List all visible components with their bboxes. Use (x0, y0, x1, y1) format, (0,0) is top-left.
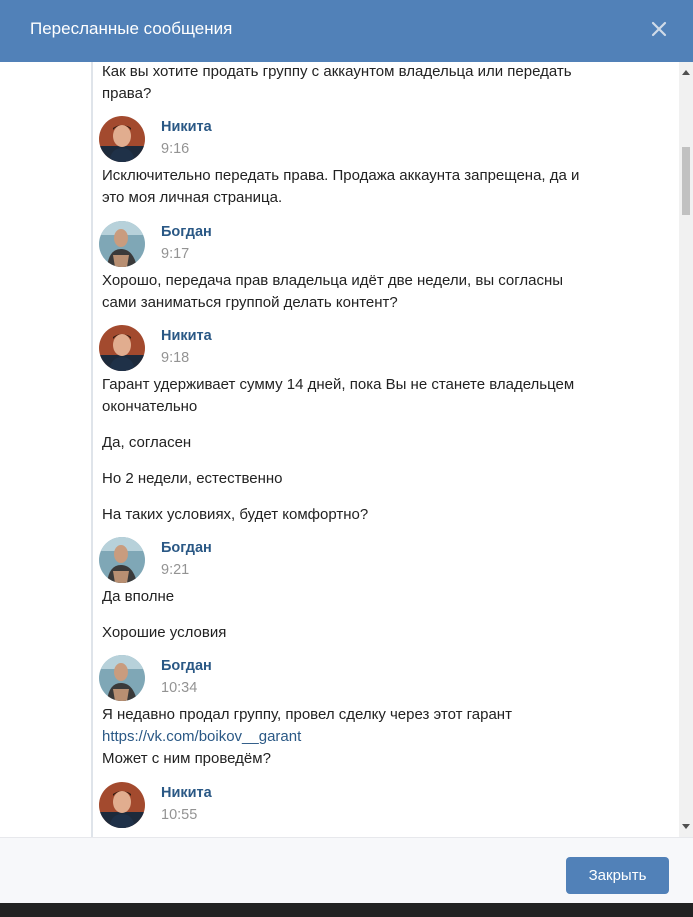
scroll-up-arrow-icon[interactable] (682, 70, 690, 75)
message-text: это моя личная страница. (102, 189, 283, 206)
message-time[interactable]: 9:17 (161, 245, 189, 263)
close-button[interactable]: Закрыть (566, 857, 669, 894)
forwarded-messages-body: Как вы хотите продать группу с аккаунтом… (0, 62, 693, 837)
dialog-footer: Закрыть (0, 837, 693, 904)
message-text: Но 2 недели, естественно (102, 470, 283, 487)
message-time[interactable]: 9:21 (161, 561, 189, 579)
avatar[interactable] (99, 116, 145, 162)
avatar[interactable] (99, 782, 145, 828)
message-text: права? (102, 85, 152, 102)
avatar[interactable] (99, 537, 145, 583)
message-text: Да, согласен (102, 434, 192, 451)
avatar[interactable] (99, 655, 145, 701)
message-text: На таких условиях, будет комфортно? (102, 506, 369, 523)
message-time[interactable]: 10:34 (161, 679, 197, 697)
close-icon[interactable] (645, 15, 673, 43)
message-time[interactable]: 9:16 (161, 140, 189, 158)
message-text: сами заниматься группой делать контент? (102, 294, 398, 311)
dialog-header: Пересланные сообщения (0, 0, 693, 62)
message-text: окончательно (102, 398, 198, 415)
scroll-down-arrow-icon[interactable] (682, 824, 690, 829)
message-text: Исключительно передать права. Продажа ак… (102, 167, 580, 184)
avatar[interactable] (99, 221, 145, 267)
scrollbar[interactable] (679, 62, 693, 837)
dialog-title: Пересланные сообщения (30, 19, 233, 38)
message-author[interactable]: Никита (161, 327, 212, 345)
message-author[interactable]: Богдан (161, 657, 212, 675)
message-time[interactable]: 9:18 (161, 349, 189, 367)
message-author[interactable]: Богдан (161, 539, 212, 557)
message-text: Гарант удерживает сумму 14 дней, пока Вы… (102, 376, 575, 393)
message-text: Хорошие условия (102, 624, 227, 641)
message-link[interactable]: https://vk.com/boikov__garant (102, 726, 672, 748)
message-text: Может с ним проведём? (102, 750, 271, 767)
taskbar-strip (0, 903, 693, 917)
message-text: Я недавно продал группу, провел сделку ч… (102, 706, 512, 723)
scrollbar-thumb[interactable] (682, 147, 690, 215)
message-time[interactable]: 10:55 (161, 806, 197, 824)
message-author[interactable]: Богдан (161, 223, 212, 241)
message-text: Хорошо, передача прав владельца идёт две… (102, 272, 564, 289)
message-text: Как вы хотите продать группу с аккаунтом… (102, 63, 572, 80)
message-text: Да вполне (102, 588, 175, 605)
message-author[interactable]: Никита (161, 118, 212, 136)
avatar[interactable] (99, 325, 145, 371)
message-author[interactable]: Никита (161, 784, 212, 802)
quote-bar (91, 62, 93, 837)
